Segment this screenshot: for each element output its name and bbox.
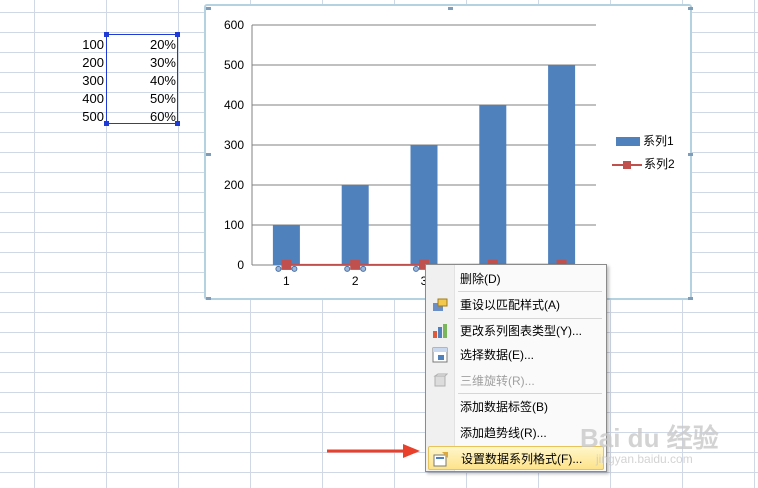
menu-item-8[interactable]: 设置数据系列格式(F)...: [428, 446, 604, 470]
bar-series1[interactable]: [272, 225, 300, 265]
chart-resize-grip: [206, 7, 211, 10]
rotate-3d-icon: [432, 373, 449, 389]
legend-series2[interactable]: 系列2: [612, 157, 675, 171]
chart-resize-grip: [206, 297, 211, 300]
watermark-text: Bai du 经验: [580, 423, 719, 453]
menu-item-label: 重设以匹配样式(A): [460, 298, 560, 312]
selection-handle-br[interactable]: [175, 121, 180, 126]
menu-separator: [458, 318, 602, 319]
menu-item-label: 添加趋势线(R)...: [460, 426, 547, 440]
series-selection-handle: [291, 265, 298, 272]
chart-area[interactable]: 010020030040050060012345 系列1 系列2: [204, 4, 694, 302]
legend-series2-label: 系列2: [644, 157, 675, 171]
menu-item-7[interactable]: 添加趋势线(R)...: [428, 421, 604, 445]
chart-resize-grip: [688, 297, 693, 300]
menu-item-label: 三维旋转(R)...: [460, 374, 535, 388]
chart-plot[interactable]: 010020030040050060012345: [206, 6, 694, 302]
legend-swatch-line: [612, 160, 642, 170]
selection-handle-tl[interactable]: [104, 32, 109, 37]
chart-resize-grip: [448, 7, 453, 10]
menu-item-label: 删除(D): [460, 272, 501, 286]
menu-item-3[interactable]: 更改系列图表类型(Y)...: [428, 319, 604, 343]
cell-value[interactable]: 200: [50, 54, 104, 72]
select-data-icon: [432, 347, 448, 363]
reset-style-icon: [432, 297, 448, 313]
chart-resize-grip: [688, 153, 693, 156]
format-series-icon: [433, 451, 449, 467]
x-tick-label: 1: [283, 274, 290, 288]
legend-series1-label: 系列1: [643, 134, 674, 148]
y-tick-label: 400: [224, 98, 244, 112]
series-selection-handle: [275, 265, 282, 272]
bar-series1[interactable]: [479, 105, 507, 265]
marker-series2[interactable]: [281, 259, 292, 270]
watermark-url: jingyan.baidu.com: [596, 452, 693, 466]
y-tick-label: 300: [224, 138, 244, 152]
y-tick-label: 200: [224, 178, 244, 192]
y-tick-label: 500: [224, 58, 244, 72]
chart-resize-grip: [688, 7, 693, 10]
legend-swatch-bar: [616, 137, 640, 147]
x-tick-label: 2: [352, 274, 359, 288]
cell-value[interactable]: 100: [50, 36, 104, 54]
y-tick-label: 0: [237, 258, 244, 272]
selection-handle-bl[interactable]: [104, 121, 109, 126]
series-selection-handle: [344, 265, 351, 272]
y-tick-label: 600: [224, 18, 244, 32]
watermark-logo: Bai du 经验: [580, 418, 719, 455]
selection-handle-tr[interactable]: [175, 32, 180, 37]
cell-value[interactable]: 500: [50, 108, 104, 126]
column-selection-box[interactable]: [104, 32, 180, 126]
menu-item-label: 添加数据标签(B): [460, 400, 548, 414]
menu-item-label: 更改系列图表类型(Y)...: [460, 324, 582, 338]
marker-series2[interactable]: [350, 259, 361, 270]
menu-item-4[interactable]: 选择数据(E)...: [428, 343, 604, 367]
chart-resize-grip: [206, 153, 211, 156]
menu-separator: [458, 393, 602, 394]
series-selection-handle: [360, 265, 367, 272]
menu-separator: [458, 291, 602, 292]
menu-item-2[interactable]: 重设以匹配样式(A): [428, 293, 604, 317]
chart-type-icon: [432, 323, 448, 339]
menu-item-1[interactable]: 删除(D): [428, 267, 604, 291]
cell-value[interactable]: 300: [50, 72, 104, 90]
legend-series1[interactable]: 系列1: [616, 134, 674, 148]
menu-item-6[interactable]: 添加数据标签(B): [428, 395, 604, 419]
bar-series1[interactable]: [341, 185, 369, 265]
menu-item-label: 设置数据系列格式(F)...: [461, 452, 583, 466]
menu-item-label: 选择数据(E)...: [460, 348, 534, 362]
menu-item-5[interactable]: 三维旋转(R)...: [428, 369, 604, 393]
series-selection-handle: [413, 265, 419, 272]
bar-series1[interactable]: [548, 65, 576, 265]
bar-series1[interactable]: [410, 145, 438, 265]
y-tick-label: 100: [224, 218, 244, 232]
cell-value[interactable]: 400: [50, 90, 104, 108]
